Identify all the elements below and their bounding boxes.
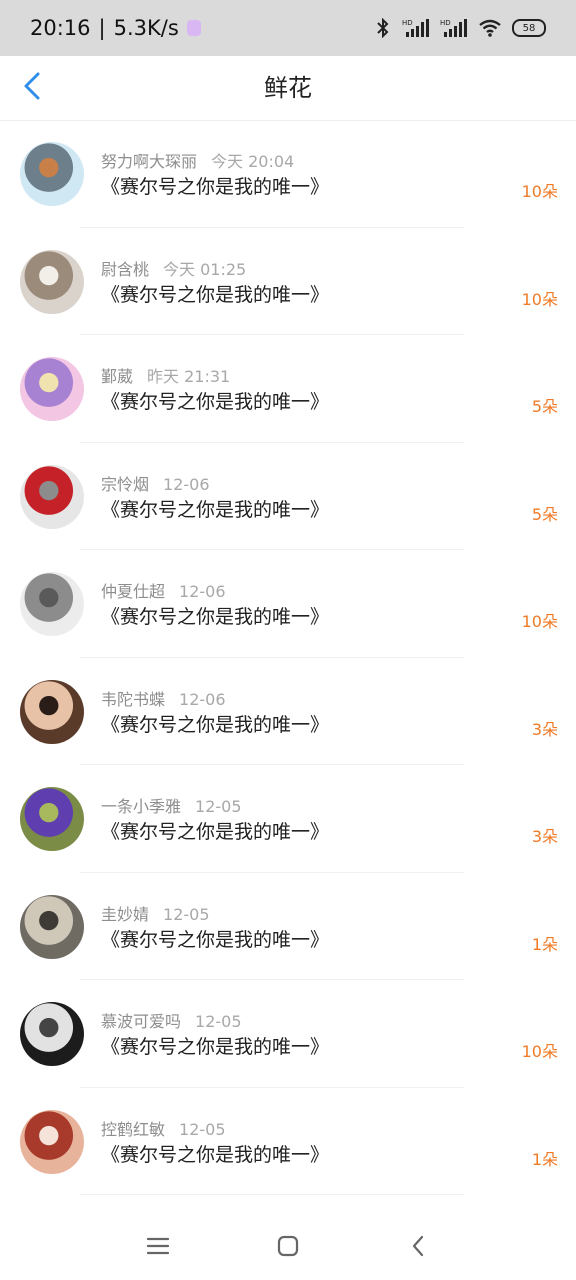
- avatar[interactable]: [20, 572, 84, 636]
- flower-count: 1朵: [531, 1149, 558, 1169]
- status-bar: 20:16 | 5.3K/s HD HD 58: [0, 0, 576, 56]
- status-separator: |: [98, 16, 106, 40]
- name-line: 鄞葳 昨天 21:31: [101, 363, 230, 387]
- timestamp: 今天 20:04: [211, 152, 295, 171]
- user-name[interactable]: 仲夏仕超: [101, 582, 165, 601]
- menu-button[interactable]: [138, 1226, 178, 1266]
- menu-icon: [146, 1237, 170, 1255]
- avatar[interactable]: [20, 357, 84, 421]
- signal-hd-icon: HD: [440, 18, 468, 38]
- divider: [80, 1194, 464, 1195]
- avatar[interactable]: [20, 679, 84, 744]
- work-title[interactable]: 《赛尔号之你是我的唯一》: [101, 817, 329, 844]
- timestamp: 12-06: [163, 474, 210, 494]
- work-title[interactable]: 《赛尔号之你是我的唯一》: [101, 495, 329, 522]
- name-line: 仲夏仕超 12-06: [101, 578, 226, 602]
- status-right: HD HD 58: [374, 18, 546, 38]
- user-name[interactable]: 努力啊大琛丽: [101, 152, 197, 171]
- timestamp: 昨天 21:31: [147, 367, 231, 386]
- avatar[interactable]: [20, 1109, 84, 1174]
- timestamp: 今天 01:25: [163, 259, 247, 279]
- work-title[interactable]: 《赛尔号之你是我的唯一》: [101, 1032, 329, 1059]
- system-nav-bar: [0, 1212, 576, 1280]
- name-line: 尉含桃 今天 01:25: [101, 256, 246, 280]
- status-speed: 5.3K/s: [113, 16, 179, 40]
- work-title[interactable]: 《赛尔号之你是我的唯一》: [101, 602, 329, 629]
- user-name[interactable]: 一条小季雅: [101, 797, 181, 816]
- svg-text:HD: HD: [402, 19, 413, 27]
- status-time: 20:16: [30, 16, 91, 40]
- work-title[interactable]: 《赛尔号之你是我的唯一》: [101, 710, 329, 737]
- avatar[interactable]: [20, 894, 84, 959]
- back-nav-icon: [412, 1235, 424, 1257]
- avatar[interactable]: [20, 464, 84, 529]
- list-item[interactable]: 控鹤红敏 12-05 《赛尔号之你是我的唯一》 1朵: [0, 1088, 576, 1195]
- work-title[interactable]: 《赛尔号之你是我的唯一》: [101, 280, 329, 307]
- name-line: 慕波可爱吗 12-05: [101, 1008, 242, 1032]
- home-icon: [277, 1235, 299, 1257]
- user-name[interactable]: 宗怜烟: [101, 475, 149, 494]
- timestamp: 12-05: [163, 904, 210, 924]
- flower-count: 5朵: [531, 504, 558, 524]
- user-name[interactable]: 圭妙婧: [101, 905, 149, 924]
- user-name[interactable]: 鄞葳: [101, 367, 133, 386]
- flower-list: 努力啊大琛丽 今天 20:04 《赛尔号之你是我的唯一》 10朵 尉含桃 今天 01…: [0, 120, 576, 1195]
- user-name[interactable]: 尉含桃: [101, 260, 149, 279]
- flower-count: 3朵: [531, 827, 558, 846]
- user-name[interactable]: 慕波可爱吗: [101, 1012, 181, 1031]
- svg-text:HD: HD: [440, 19, 451, 27]
- flower-count: 3朵: [531, 719, 558, 739]
- list-item[interactable]: 慕波可爱吗 12-05 《赛尔号之你是我的唯一》 10朵: [0, 980, 576, 1088]
- name-line: 努力啊大琛丽 今天 20:04: [101, 148, 294, 172]
- list-item[interactable]: 圭妙婧 12-05 《赛尔号之你是我的唯一》 1朵: [0, 873, 576, 980]
- list-item[interactable]: 仲夏仕超 12-06 《赛尔号之你是我的唯一》 10朵: [0, 550, 576, 658]
- flower-count: 10朵: [521, 1042, 558, 1061]
- back-nav-button[interactable]: [398, 1226, 438, 1266]
- list-item[interactable]: 韦陀书蝶 12-06 《赛尔号之你是我的唯一》 3朵: [0, 658, 576, 765]
- name-line: 圭妙婧 12-05: [101, 901, 210, 925]
- flower-count: 10朵: [521, 289, 558, 309]
- work-title[interactable]: 《赛尔号之你是我的唯一》: [101, 925, 329, 952]
- avatar[interactable]: [20, 249, 84, 314]
- name-line: 韦陀书蝶 12-06: [101, 686, 226, 710]
- page-title: 鲜花: [264, 74, 312, 102]
- name-line: 宗怜烟 12-06: [101, 471, 210, 495]
- timestamp: 12-05: [179, 1119, 226, 1139]
- signal-hd-icon: HD: [402, 18, 430, 38]
- timestamp: 12-06: [179, 582, 226, 601]
- battery-icon: 58: [512, 19, 546, 37]
- list-item[interactable]: 鄞葳 昨天 21:31 《赛尔号之你是我的唯一》 5朵: [0, 335, 576, 443]
- flower-count: 5朵: [531, 397, 558, 416]
- battery-level: 58: [522, 22, 536, 34]
- user-name[interactable]: 韦陀书蝶: [101, 690, 165, 709]
- status-left: 20:16 | 5.3K/s: [30, 16, 201, 40]
- timestamp: 12-05: [195, 797, 242, 816]
- flower-count: 10朵: [521, 612, 558, 631]
- work-title[interactable]: 《赛尔号之你是我的唯一》: [101, 387, 329, 414]
- flower-count: 1朵: [531, 934, 558, 954]
- timestamp: 12-06: [179, 689, 226, 709]
- avatar[interactable]: [20, 1002, 84, 1066]
- work-title[interactable]: 《赛尔号之你是我的唯一》: [101, 172, 329, 199]
- list-item[interactable]: 努力啊大琛丽 今天 20:04 《赛尔号之你是我的唯一》 10朵: [0, 120, 576, 228]
- app-notification-icon: [186, 20, 201, 36]
- header: 鲜花: [0, 56, 576, 121]
- wifi-icon: [478, 19, 502, 37]
- list-item[interactable]: 尉含桃 今天 01:25 《赛尔号之你是我的唯一》 10朵: [0, 228, 576, 335]
- work-title[interactable]: 《赛尔号之你是我的唯一》: [101, 1140, 329, 1167]
- timestamp: 12-05: [195, 1012, 242, 1031]
- avatar[interactable]: [20, 142, 84, 206]
- name-line: 一条小季雅 12-05: [101, 793, 242, 817]
- list-item[interactable]: 宗怜烟 12-06 《赛尔号之你是我的唯一》 5朵: [0, 443, 576, 550]
- avatar[interactable]: [20, 787, 84, 851]
- user-name[interactable]: 控鹤红敏: [101, 1120, 165, 1139]
- name-line: 控鹤红敏 12-05: [101, 1116, 226, 1140]
- flower-count: 10朵: [521, 182, 558, 201]
- list-item[interactable]: 一条小季雅 12-05 《赛尔号之你是我的唯一》 3朵: [0, 765, 576, 873]
- bluetooth-icon: [374, 18, 392, 38]
- home-button[interactable]: [268, 1226, 308, 1266]
